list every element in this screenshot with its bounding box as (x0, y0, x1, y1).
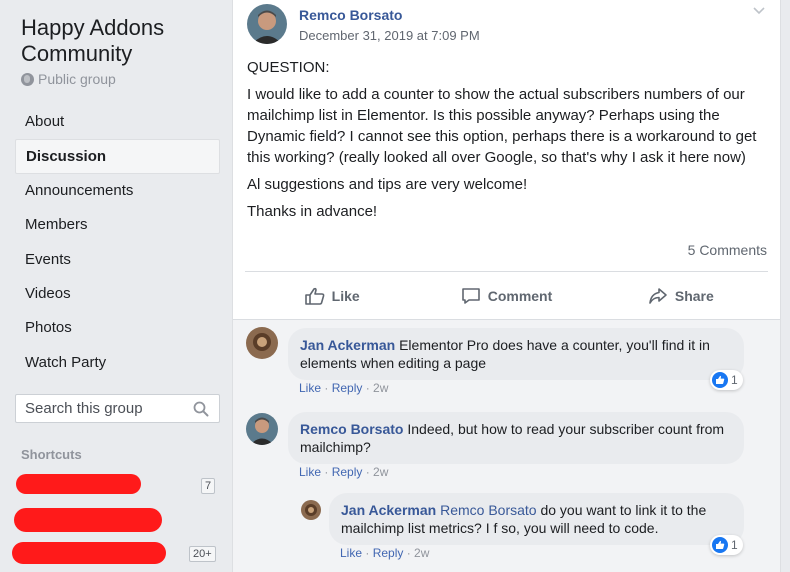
comment-like-link[interactable]: Like (299, 381, 321, 395)
comment-time[interactable]: 2w (373, 381, 388, 395)
comment-meta: Like · Reply · 2w (299, 381, 389, 395)
comment-author[interactable]: Remco Borsato (300, 421, 403, 437)
nav-item-events[interactable]: Events (15, 243, 220, 277)
comment-reactions[interactable]: 1 (710, 370, 743, 390)
comment-author[interactable]: Jan Ackerman (341, 502, 436, 518)
comment-reply-link[interactable]: Reply (332, 465, 363, 479)
nav-item-announcements[interactable]: Announcements (15, 174, 220, 208)
like-button[interactable]: Like (245, 278, 419, 314)
globe-icon (21, 72, 34, 86)
comment-author[interactable]: Jan Ackerman (300, 337, 395, 353)
reaction-count: 1 (731, 373, 738, 387)
shortcut-count-badge: 20+ (189, 546, 216, 562)
redacted-shortcut-3 (12, 542, 166, 564)
divider (245, 271, 768, 272)
post-paragraph: QUESTION: (247, 59, 330, 76)
post-paragraph: I would like to add a counter to show th… (247, 86, 757, 166)
nav-item-discussion[interactable]: Discussion (15, 139, 220, 174)
commenter-avatar[interactable] (246, 413, 278, 445)
comment-button[interactable]: Comment (419, 278, 593, 314)
comment-reactions[interactable]: 1 (710, 535, 743, 555)
share-button[interactable]: Share (594, 278, 768, 314)
comment-time[interactable]: 2w (373, 465, 388, 479)
comment-bubble: Jan Ackerman Remco Borsato do you want t… (329, 493, 744, 545)
group-nav: About Discussion Announcements Members E… (15, 105, 220, 380)
redacted-shortcut-2 (14, 508, 162, 532)
share-icon (649, 288, 667, 304)
search-input[interactable] (16, 395, 186, 422)
group-sidebar: Happy Addons Community Public group Abou… (0, 0, 232, 572)
reaction-count: 1 (731, 538, 738, 552)
comments-count-link[interactable]: 5 Comments (688, 242, 767, 258)
thumbs-up-icon (304, 287, 325, 305)
comment-like-link[interactable]: Like (340, 546, 362, 560)
comment-time[interactable]: 2w (414, 546, 429, 560)
nav-item-videos[interactable]: Videos (15, 277, 220, 311)
group-privacy-label: Public group (38, 71, 116, 87)
like-reaction-icon (712, 372, 728, 388)
like-reaction-icon (712, 537, 728, 553)
chevron-down-icon[interactable] (752, 4, 766, 18)
post-paragraph: Al suggestions and tips are very welcome… (247, 176, 528, 193)
author-avatar[interactable] (247, 4, 287, 44)
comment-like-link[interactable]: Like (299, 465, 321, 479)
nav-item-members[interactable]: Members (15, 208, 220, 242)
group-privacy: Public group (21, 71, 116, 87)
post-actions-bar: Like Comment Share (245, 278, 768, 314)
commenter-avatar[interactable] (246, 327, 278, 359)
group-search-box (15, 394, 220, 423)
commenter-avatar[interactable] (301, 500, 321, 520)
share-button-label: Share (674, 288, 714, 304)
like-button-label: Like (331, 288, 360, 304)
nav-item-photos[interactable]: Photos (15, 311, 220, 345)
comment-bubble: Remco Borsato Indeed, but how to read yo… (288, 412, 744, 464)
post-body: QUESTION: I would like to add a counter … (247, 57, 772, 228)
redacted-shortcut-1 (16, 474, 141, 494)
comment-meta: Like · Reply · 2w (340, 546, 430, 560)
comment-icon (461, 288, 480, 304)
comment-meta: Like · Reply · 2w (299, 465, 389, 479)
group-title[interactable]: Happy Addons Community (21, 15, 221, 67)
shortcut-count-badge: 7 (201, 478, 216, 494)
search-icon[interactable] (193, 401, 209, 417)
nav-item-about[interactable]: About (15, 105, 220, 139)
comment-button-label: Comment (487, 288, 553, 304)
post-timestamp[interactable]: December 31, 2019 at 7:09 PM (299, 28, 480, 43)
comment-reply-link[interactable]: Reply (332, 381, 363, 395)
post-author-name[interactable]: Remco Borsato (299, 7, 402, 23)
comment-bubble: Jan Ackerman Elementor Pro does have a c… (288, 328, 744, 380)
post-card: Remco Borsato December 31, 2019 at 7:09 … (232, 0, 781, 572)
shortcuts-title: Shortcuts (21, 447, 82, 462)
comment-reply-link[interactable]: Reply (373, 546, 404, 560)
post-paragraph: Thanks in advance! (247, 203, 378, 220)
comment-mention[interactable]: Remco Borsato (440, 502, 536, 518)
nav-item-watch-party[interactable]: Watch Party (15, 346, 220, 380)
